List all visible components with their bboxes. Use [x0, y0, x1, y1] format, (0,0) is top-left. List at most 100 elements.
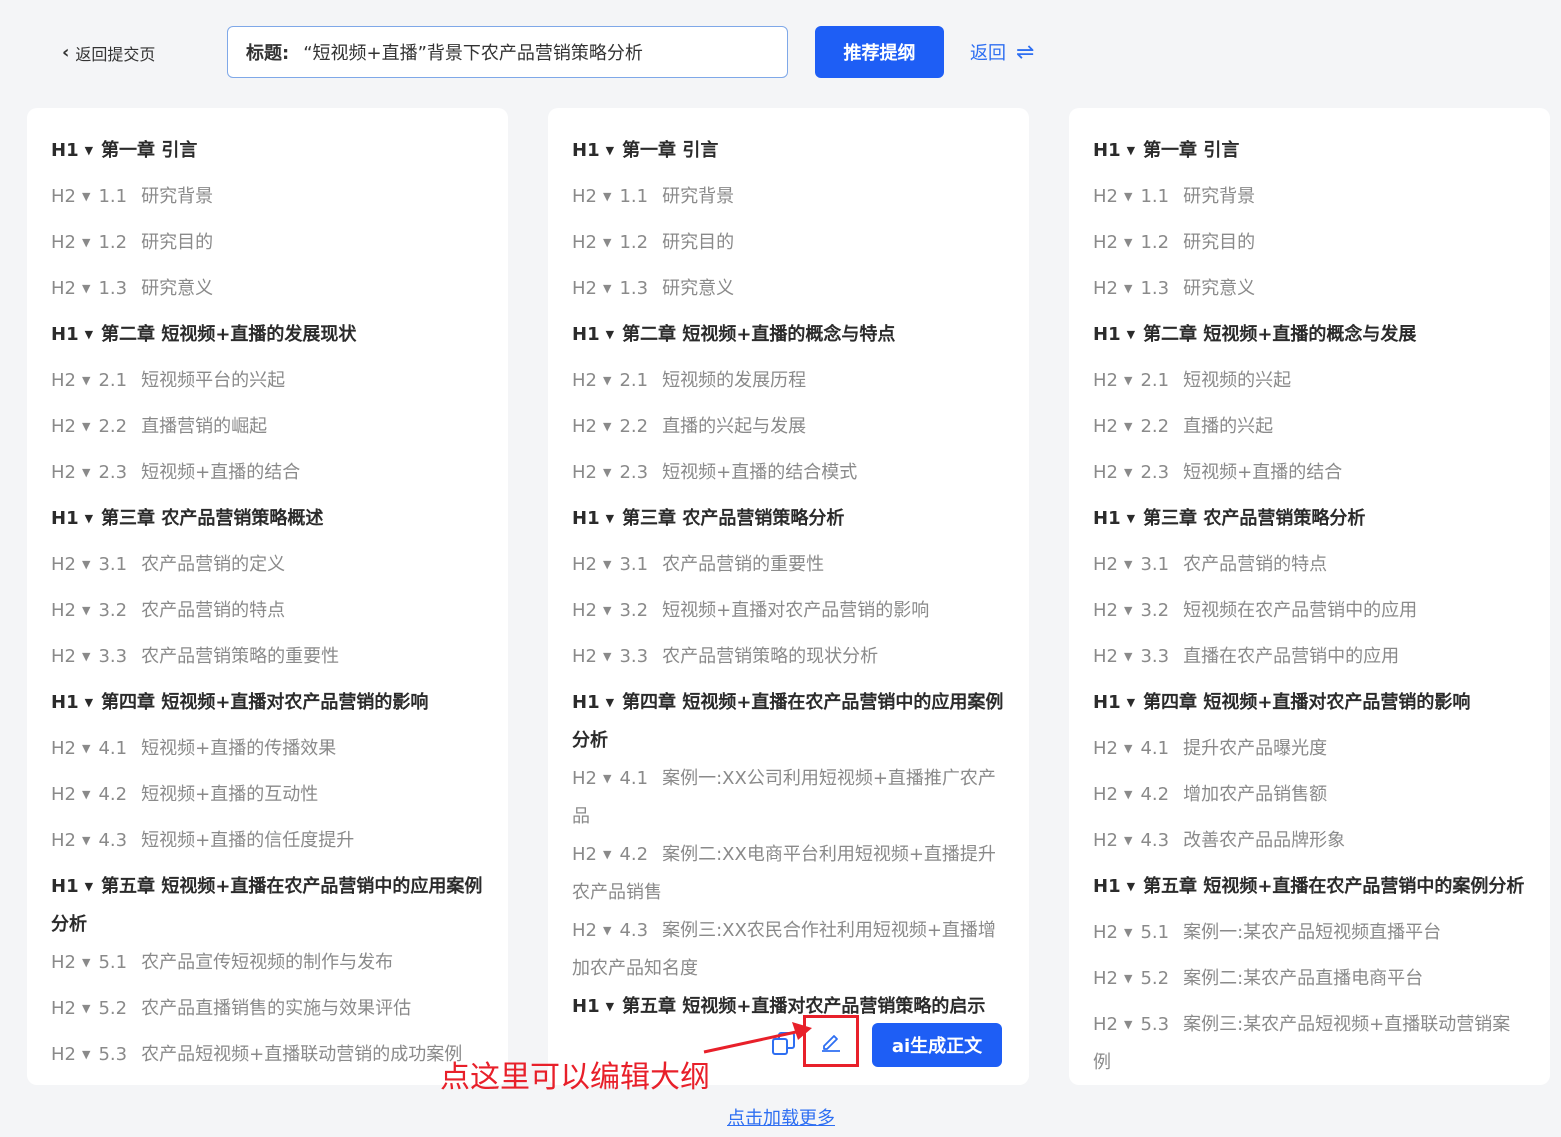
heading-level-label[interactable]: H1: [51, 692, 79, 713]
caret-down-icon[interactable]: ▼: [603, 558, 611, 571]
heading-level-label[interactable]: H2: [51, 416, 76, 437]
caret-down-icon[interactable]: ▼: [603, 190, 611, 203]
heading-level-label[interactable]: H2: [572, 646, 597, 667]
caret-down-icon[interactable]: ▼: [1124, 190, 1132, 203]
outline-h1-row[interactable]: H1 ▼ 第三章 农产品营销策略概述: [51, 500, 484, 546]
heading-level-label[interactable]: H2: [1093, 370, 1118, 391]
outline-h2-row[interactable]: H2 ▼ 5.1 案例一:某农产品短视频直播平台: [1093, 914, 1526, 960]
heading-level-label[interactable]: H2: [572, 186, 597, 207]
heading-level-label[interactable]: H2: [51, 784, 76, 805]
heading-level-label[interactable]: H1: [51, 508, 79, 529]
heading-level-label[interactable]: H2: [572, 416, 597, 437]
return-link[interactable]: 返回 ⇌: [970, 38, 1034, 66]
caret-down-icon[interactable]: ▼: [603, 604, 611, 617]
outline-h1-row[interactable]: H1 ▼ 第四章 短视频+直播对农产品营销的影响: [1093, 684, 1526, 730]
outline-h2-row[interactable]: H2 ▼ 4.3 改善农产品品牌形象: [1093, 822, 1526, 868]
heading-level-label[interactable]: H2: [1093, 554, 1118, 575]
outline-h2-row[interactable]: H2 ▼ 5.3 案例三:某农产品短视频+直播联动营销案例: [1093, 1006, 1526, 1082]
outline-h2-row[interactable]: H2 ▼ 2.3 短视频+直播的结合模式: [572, 454, 1005, 500]
caret-down-icon[interactable]: ▼: [85, 880, 93, 893]
caret-down-icon[interactable]: ▼: [606, 144, 614, 157]
caret-down-icon[interactable]: ▼: [1124, 236, 1132, 249]
recommend-outline-button[interactable]: 推荐提纲: [815, 26, 944, 78]
heading-level-label[interactable]: H2: [1093, 968, 1118, 989]
caret-down-icon[interactable]: ▼: [1127, 328, 1135, 341]
outline-h1-row[interactable]: H1 ▼ 第二章 短视频+直播的概念与特点: [572, 316, 1005, 362]
outline-h2-row[interactable]: H2 ▼ 3.1 农产品营销的定义: [51, 546, 484, 592]
caret-down-icon[interactable]: ▼: [1124, 834, 1132, 847]
heading-level-label[interactable]: H2: [51, 600, 76, 621]
caret-down-icon[interactable]: ▼: [1127, 144, 1135, 157]
caret-down-icon[interactable]: ▼: [82, 236, 90, 249]
heading-level-label[interactable]: H2: [1093, 186, 1118, 207]
heading-level-label[interactable]: H2: [1093, 462, 1118, 483]
caret-down-icon[interactable]: ▼: [1124, 420, 1132, 433]
heading-level-label[interactable]: H2: [1093, 416, 1118, 437]
heading-level-label[interactable]: H2: [572, 768, 597, 789]
heading-level-label[interactable]: H2: [51, 1044, 76, 1065]
outline-h1-row[interactable]: H1 ▼ 第四章 短视频+直播对农产品营销的影响: [51, 684, 484, 730]
outline-h2-row[interactable]: H2 ▼ 4.3 案例三:XX农民合作社利用短视频+直播增加农产品知名度: [572, 912, 1005, 988]
outline-h2-row[interactable]: H2 ▼ 5.2 案例二:某农产品直播电商平台: [1093, 960, 1526, 1006]
outline-h2-row[interactable]: H2 ▼ 4.1 提升农产品曝光度: [1093, 730, 1526, 776]
heading-level-label[interactable]: H1: [1093, 876, 1121, 897]
outline-h1-row[interactable]: H1 ▼ 第三章 农产品营销策略分析: [1093, 500, 1526, 546]
heading-level-label[interactable]: H2: [51, 232, 76, 253]
heading-level-label[interactable]: H2: [51, 998, 76, 1019]
caret-down-icon[interactable]: ▼: [1124, 926, 1132, 939]
heading-level-label[interactable]: H2: [51, 738, 76, 759]
load-more-link[interactable]: 点击加载更多: [727, 1104, 835, 1130]
caret-down-icon[interactable]: ▼: [1124, 282, 1132, 295]
outline-h1-row[interactable]: H1 ▼ 第二章 短视频+直播的概念与发展: [1093, 316, 1526, 362]
caret-down-icon[interactable]: ▼: [82, 604, 90, 617]
outline-h1-row[interactable]: H1 ▼ 第三章 农产品营销策略分析: [572, 500, 1005, 546]
caret-down-icon[interactable]: ▼: [1124, 788, 1132, 801]
outline-h2-row[interactable]: H2 ▼ 3.2 农产品营销的特点: [51, 592, 484, 638]
outline-h2-row[interactable]: H2 ▼ 5.3 农产品短视频+直播联动营销的成功案例: [51, 1036, 484, 1082]
outline-h2-row[interactable]: H2 ▼ 2.2 直播营销的崛起: [51, 408, 484, 454]
outline-h2-row[interactable]: H2 ▼ 4.1 案例一:XX公司利用短视频+直播推广农产品: [572, 760, 1005, 836]
caret-down-icon[interactable]: ▼: [82, 420, 90, 433]
caret-down-icon[interactable]: ▼: [1124, 558, 1132, 571]
outline-h2-row[interactable]: H2 ▼ 1.3 研究意义: [1093, 270, 1526, 316]
heading-level-label[interactable]: H2: [51, 646, 76, 667]
caret-down-icon[interactable]: ▼: [82, 466, 90, 479]
heading-level-label[interactable]: H1: [1093, 324, 1121, 345]
caret-down-icon[interactable]: ▼: [603, 772, 611, 785]
heading-level-label[interactable]: H2: [51, 186, 76, 207]
heading-level-label[interactable]: H1: [572, 996, 600, 1017]
caret-down-icon[interactable]: ▼: [85, 328, 93, 341]
caret-down-icon[interactable]: ▼: [1127, 880, 1135, 893]
heading-level-label[interactable]: H2: [51, 952, 76, 973]
outline-h2-row[interactable]: H2 ▼ 2.2 直播的兴起: [1093, 408, 1526, 454]
heading-level-label[interactable]: H1: [51, 876, 79, 897]
caret-down-icon[interactable]: ▼: [82, 1002, 90, 1015]
caret-down-icon[interactable]: ▼: [603, 374, 611, 387]
outline-h2-row[interactable]: H2 ▼ 4.2 短视频+直播的互动性: [51, 776, 484, 822]
caret-down-icon[interactable]: ▼: [603, 924, 611, 937]
outline-h2-row[interactable]: H2 ▼ 2.1 短视频平台的兴起: [51, 362, 484, 408]
heading-level-label[interactable]: H2: [51, 278, 76, 299]
heading-level-label[interactable]: H2: [572, 600, 597, 621]
outline-h2-row[interactable]: H2 ▼ 3.1 农产品营销的重要性: [572, 546, 1005, 592]
caret-down-icon[interactable]: ▼: [82, 282, 90, 295]
outline-h2-row[interactable]: H2 ▼ 2.2 直播的兴起与发展: [572, 408, 1005, 454]
outline-h1-row[interactable]: H1 ▼ 第一章 引言: [51, 132, 484, 178]
heading-level-label[interactable]: H2: [1093, 830, 1118, 851]
outline-h2-row[interactable]: H2 ▼ 1.1 研究背景: [51, 178, 484, 224]
outline-h2-row[interactable]: H2 ▼ 4.1 短视频+直播的传播效果: [51, 730, 484, 776]
caret-down-icon[interactable]: ▼: [82, 742, 90, 755]
caret-down-icon[interactable]: ▼: [85, 696, 93, 709]
title-value[interactable]: “短视频+直播”背景下农产品营销策略分析: [303, 39, 643, 65]
outline-h1-row[interactable]: H1 ▼ 第五章 短视频+直播在农产品营销中的案例分析: [1093, 868, 1526, 914]
heading-level-label[interactable]: H1: [572, 324, 600, 345]
outline-h2-row[interactable]: H2 ▼ 1.3 研究意义: [572, 270, 1005, 316]
outline-h2-row[interactable]: H2 ▼ 4.2 案例二:XX电商平台利用短视频+直播提升农产品销售: [572, 836, 1005, 912]
heading-level-label[interactable]: H2: [572, 232, 597, 253]
caret-down-icon[interactable]: ▼: [82, 190, 90, 203]
caret-down-icon[interactable]: ▼: [606, 328, 614, 341]
caret-down-icon[interactable]: ▼: [603, 466, 611, 479]
caret-down-icon[interactable]: ▼: [1124, 604, 1132, 617]
heading-level-label[interactable]: H2: [51, 554, 76, 575]
heading-level-label[interactable]: H2: [572, 278, 597, 299]
